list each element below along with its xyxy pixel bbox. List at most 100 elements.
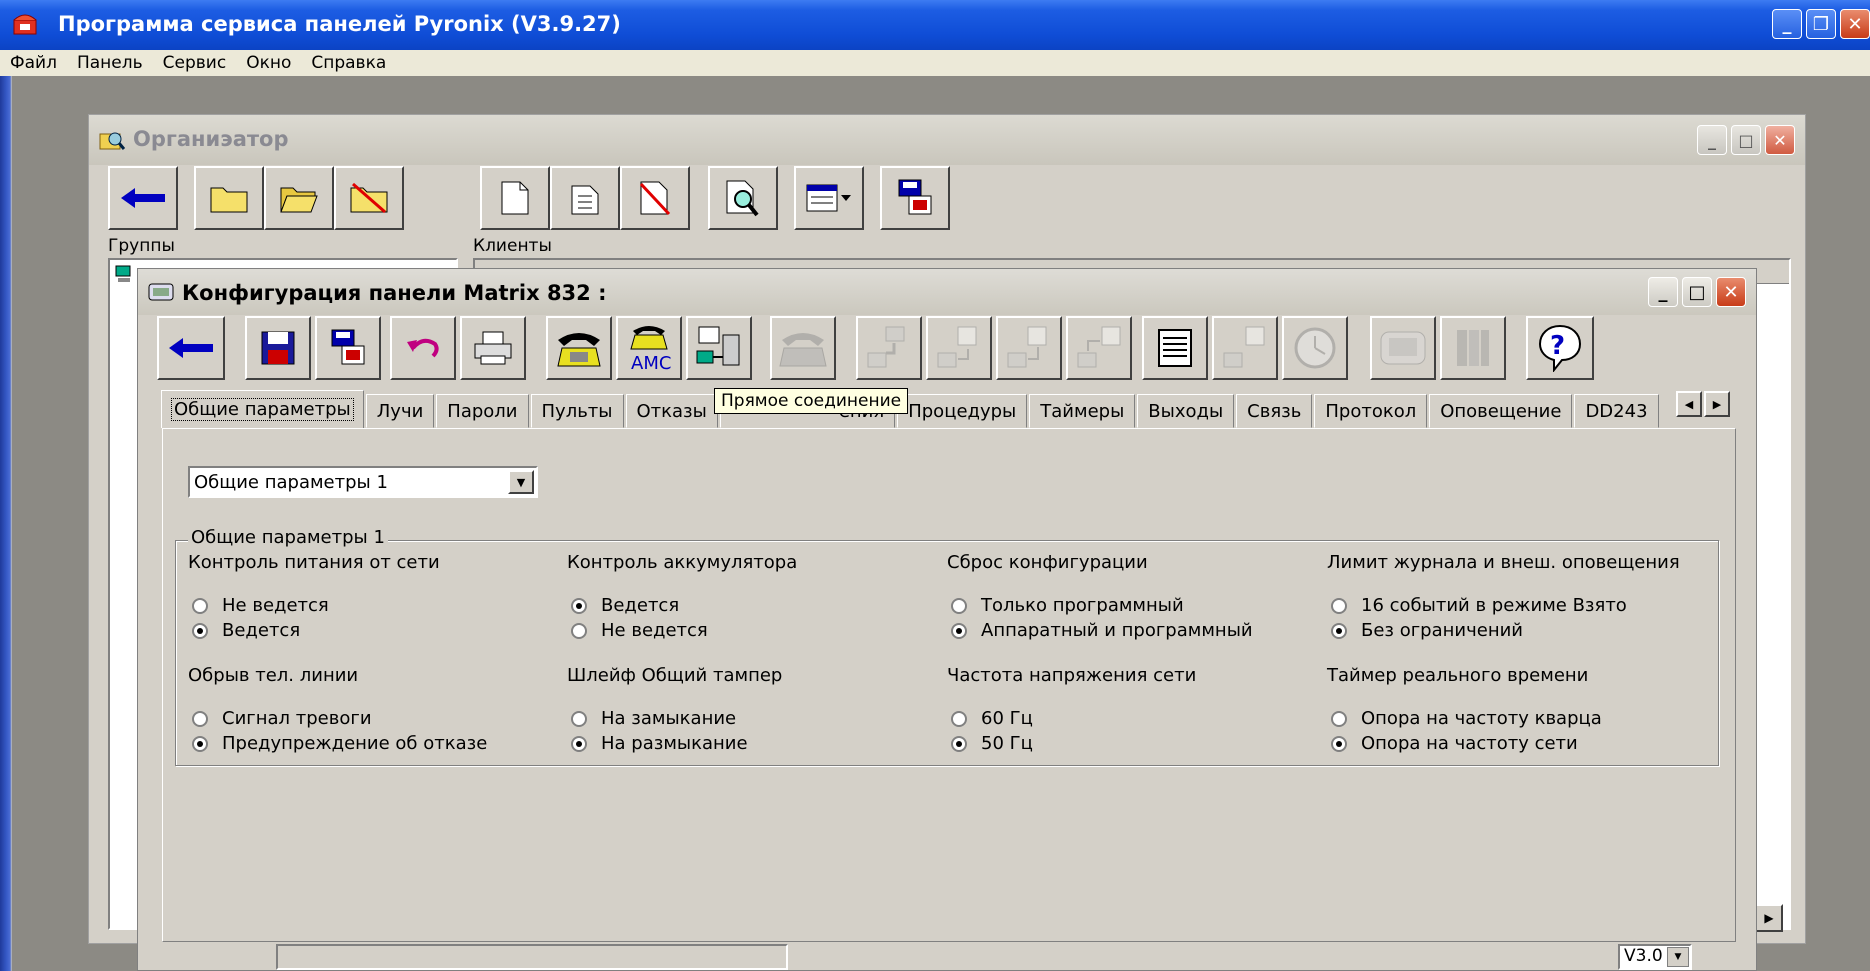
open-folder-button[interactable] — [264, 166, 334, 230]
radio-dot[interactable] — [192, 735, 208, 752]
print-button[interactable] — [460, 316, 526, 380]
tab-outputs[interactable]: Выходы — [1137, 394, 1235, 428]
amc-connection-button[interactable]: AMC — [616, 316, 682, 380]
edit-document-icon — [571, 185, 599, 215]
save-copy-button[interactable] — [315, 316, 381, 380]
radio-line-alarm[interactable]: Сигнал тревоги — [192, 708, 372, 729]
download-button[interactable] — [996, 316, 1062, 380]
radio-mains-off[interactable]: Не ведется — [192, 595, 329, 616]
radio-rtc-mains[interactable]: Опора на частоту сети — [1331, 733, 1578, 754]
radio-dot[interactable] — [1331, 597, 1347, 614]
restore-button[interactable]: ❐ — [1806, 9, 1836, 39]
find-client-button[interactable] — [708, 166, 778, 230]
fax-button[interactable] — [770, 316, 836, 380]
radio-dot[interactable] — [951, 622, 967, 639]
version-select[interactable]: V3.0 ▼ — [1618, 944, 1692, 970]
config-back-button[interactable] — [157, 316, 225, 380]
sync-button[interactable] — [1212, 316, 1278, 380]
param-set-select-value: Общие параметры 1 — [194, 471, 388, 493]
help-button[interactable]: ? — [1526, 316, 1594, 380]
radio-dot[interactable] — [1331, 622, 1347, 639]
radio-dot[interactable] — [192, 622, 208, 639]
radio-dot[interactable] — [951, 597, 967, 614]
event-log-button[interactable] — [1142, 316, 1208, 380]
menu-panel[interactable]: Панель — [77, 53, 143, 73]
tab-passwords[interactable]: Пароли — [436, 394, 529, 428]
radio-log-16[interactable]: 16 событий в режиме Взято — [1331, 595, 1627, 616]
database-button[interactable] — [880, 166, 950, 230]
minimize-button[interactable]: _ — [1772, 9, 1802, 39]
tab-scroll-left-button[interactable]: ◀ — [1676, 391, 1702, 417]
radio-dot[interactable] — [571, 710, 587, 727]
tab-scroll-right-button[interactable]: ▶ — [1704, 391, 1730, 417]
organizer-maximize-button[interactable]: □ — [1731, 125, 1761, 155]
radio-dot[interactable] — [571, 597, 587, 614]
view-options-button[interactable] — [794, 166, 864, 230]
send-icon — [1077, 326, 1121, 368]
dial-modem-button[interactable] — [546, 316, 612, 380]
param-set-select[interactable]: Общие параметры 1 ▼ — [188, 466, 538, 498]
radio-freq-50[interactable]: 50 Гц — [951, 733, 1033, 754]
tab-zones[interactable]: Лучи — [365, 394, 435, 428]
tab-keypads[interactable]: Пульты — [530, 394, 624, 428]
radio-reset-software[interactable]: Только программный — [951, 595, 1184, 616]
radio-tamper-open[interactable]: На размыкание — [571, 733, 748, 754]
radio-dot[interactable] — [1331, 735, 1347, 752]
tab-timers[interactable]: Таймеры — [1029, 394, 1136, 428]
tab-dd243[interactable]: DD243 — [1574, 394, 1659, 428]
save-button[interactable] — [245, 316, 311, 380]
menu-service[interactable]: Сервис — [163, 53, 227, 73]
radio-dot[interactable] — [951, 735, 967, 752]
chevron-down-icon[interactable]: ▼ — [508, 470, 534, 494]
new-client-button[interactable] — [480, 166, 550, 230]
upload-button[interactable] — [926, 316, 992, 380]
radio-battery-on[interactable]: Ведется — [571, 595, 679, 616]
direct-connection-button[interactable] — [686, 316, 752, 380]
tab-communication[interactable]: Связь — [1236, 394, 1313, 428]
back-button[interactable] — [108, 166, 178, 230]
radio-dot[interactable] — [951, 710, 967, 727]
clock-button[interactable] — [1282, 316, 1348, 380]
radio-dot[interactable] — [1331, 710, 1347, 727]
config-minimize-button[interactable]: _ — [1648, 277, 1678, 307]
config-maximize-button[interactable]: □ — [1682, 277, 1712, 307]
radio-rtc-crystal[interactable]: Опора на частоту кварца — [1331, 708, 1602, 729]
edit-client-button[interactable] — [550, 166, 620, 230]
radio-tamper-close[interactable]: На замыкание — [571, 708, 736, 729]
radio-battery-off[interactable]: Не ведется — [571, 620, 708, 641]
radio-dot[interactable] — [571, 622, 587, 639]
delete-client-button[interactable] — [620, 166, 690, 230]
radio-freq-60[interactable]: 60 Гц — [951, 708, 1033, 729]
organizer-minimize-button[interactable]: _ — [1697, 125, 1727, 155]
config-close-button[interactable]: ✕ — [1716, 277, 1746, 307]
transfer-button[interactable] — [856, 316, 922, 380]
manual-button[interactable] — [1440, 316, 1506, 380]
radio-dot[interactable] — [192, 597, 208, 614]
radio-mains-on[interactable]: Ведется — [192, 620, 300, 641]
radio-reset-hardware-software[interactable]: Аппаратный и программный — [951, 620, 1253, 641]
menu-help[interactable]: Справка — [311, 53, 386, 73]
menu-window[interactable]: Окно — [246, 53, 291, 73]
tab-notification[interactable]: Оповещение — [1429, 394, 1573, 428]
keypad-button[interactable] — [1370, 316, 1436, 380]
organizer-close-button[interactable]: ✕ — [1765, 125, 1795, 155]
books-icon — [1457, 330, 1489, 366]
delete-folder-button[interactable] — [334, 166, 404, 230]
close-button[interactable]: ✕ — [1840, 9, 1870, 39]
version-select-value: V3.0 — [1624, 946, 1663, 966]
undo-button[interactable] — [390, 316, 456, 380]
tab-general-params[interactable]: Общие параметры — [161, 390, 364, 428]
chevron-down-icon[interactable]: ▼ — [1667, 947, 1689, 967]
radio-log-unlimited[interactable]: Без ограничений — [1331, 620, 1523, 641]
radio-dot[interactable] — [192, 710, 208, 727]
radio-line-fault-warning[interactable]: Предупреждение об отказе — [192, 733, 487, 754]
radio-dot[interactable] — [571, 735, 587, 752]
tab-protocol[interactable]: Протокол — [1314, 394, 1428, 428]
send-button[interactable] — [1066, 316, 1132, 380]
menu-bar: Файл Панель Сервис Окно Справка — [0, 50, 1870, 76]
tab-procedures[interactable]: Процедуры — [897, 394, 1028, 428]
folder-button[interactable] — [194, 166, 264, 230]
tab-faults[interactable]: Отказы — [625, 394, 718, 428]
scroll-right-button[interactable]: ▶ — [1755, 904, 1783, 932]
menu-file[interactable]: Файл — [10, 53, 57, 73]
